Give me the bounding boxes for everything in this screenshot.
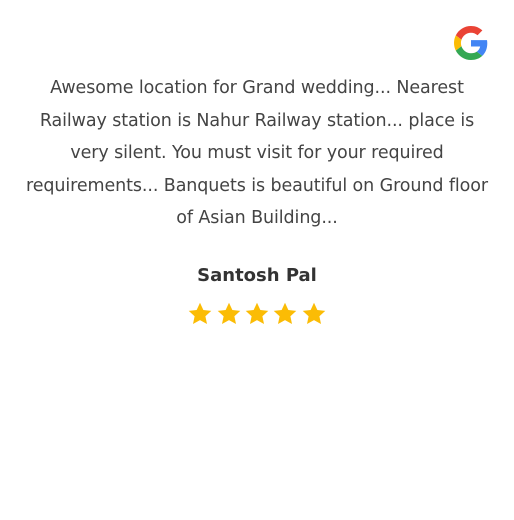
star-icon [244, 301, 270, 327]
star-icon [187, 301, 213, 327]
google-icon [454, 26, 488, 60]
review-card: Awesome location for Grand wedding... Ne… [0, 0, 514, 520]
star-icon [301, 301, 327, 327]
star-icon [272, 301, 298, 327]
star-rating [0, 301, 514, 329]
reviewer-name: Santosh Pal [197, 265, 317, 286]
review-text: Awesome location for Grand wedding... Ne… [26, 78, 488, 228]
star-icon [216, 301, 242, 327]
